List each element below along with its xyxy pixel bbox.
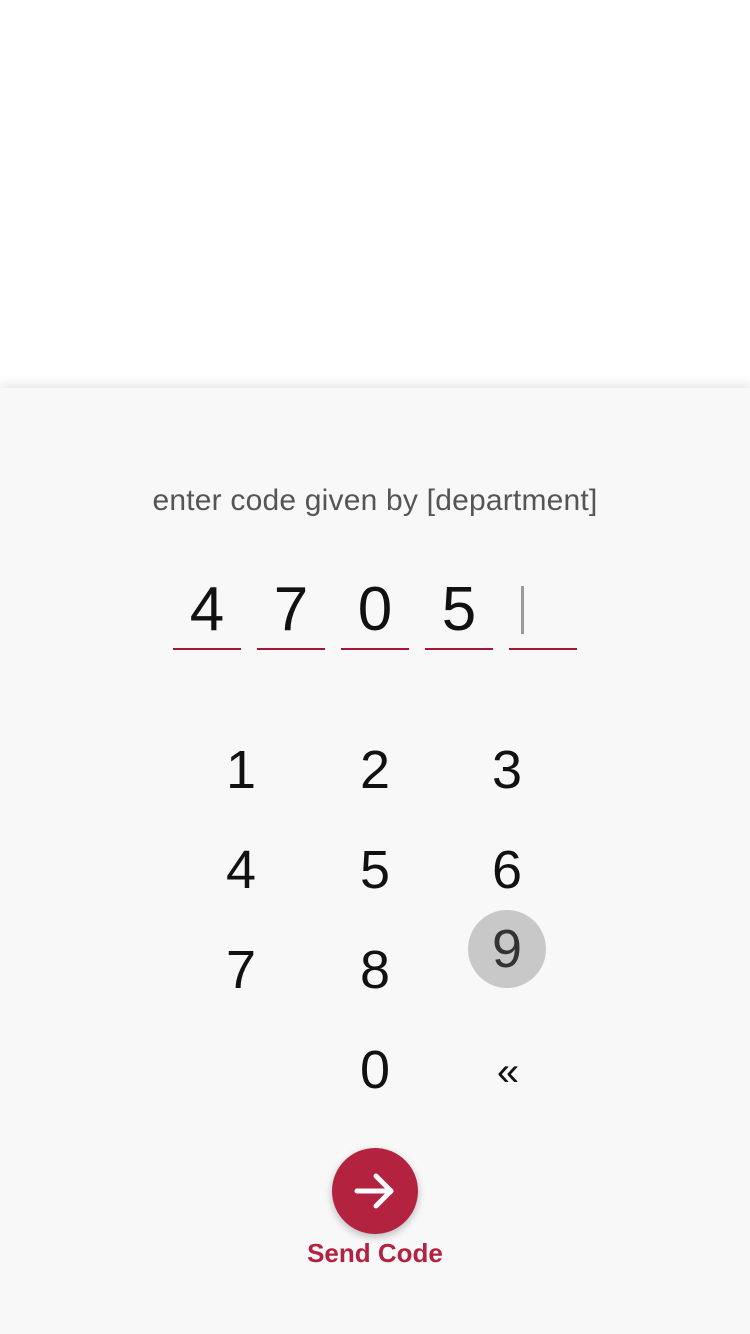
keypad-key-7[interactable]: 7 xyxy=(201,930,281,1010)
top-blank-area xyxy=(0,0,750,388)
keypad-key-4[interactable]: 4 xyxy=(201,830,281,910)
backspace-key[interactable]: « xyxy=(468,1030,548,1110)
keypad-key-0[interactable]: 0 xyxy=(335,1030,415,1110)
keypad-key-6[interactable]: 6 xyxy=(467,830,547,910)
prompt-text: enter code given by [department] xyxy=(152,484,598,517)
send-code-area: Send Code xyxy=(0,1148,750,1278)
code-digit-1[interactable]: 4 xyxy=(173,568,241,650)
arrow-right-icon xyxy=(354,1173,394,1209)
keypad-key-8[interactable]: 8 xyxy=(335,930,415,1010)
send-code-label[interactable]: Send Code xyxy=(0,1238,750,1269)
code-digit-4[interactable]: 5 xyxy=(425,568,493,650)
code-entry-sheet: enter code given by [department] 4 7 0 5… xyxy=(0,388,750,1334)
code-digit-5[interactable] xyxy=(509,568,577,650)
text-caret xyxy=(521,586,524,634)
numeric-keypad: 1 2 3 4 5 6 7 8 9 0 « xyxy=(0,708,750,1128)
keypad-key-2[interactable]: 2 xyxy=(335,730,415,810)
send-code-button[interactable] xyxy=(332,1148,418,1234)
keypad-key-5[interactable]: 5 xyxy=(335,830,415,910)
code-digit-3[interactable]: 0 xyxy=(341,568,409,650)
keypad-key-1[interactable]: 1 xyxy=(201,730,281,810)
code-input-row[interactable]: 4 7 0 5 xyxy=(173,568,577,650)
code-digit-2[interactable]: 7 xyxy=(257,568,325,650)
keypad-key-3[interactable]: 3 xyxy=(467,730,547,810)
keypad-key-9[interactable]: 9 xyxy=(468,910,546,988)
